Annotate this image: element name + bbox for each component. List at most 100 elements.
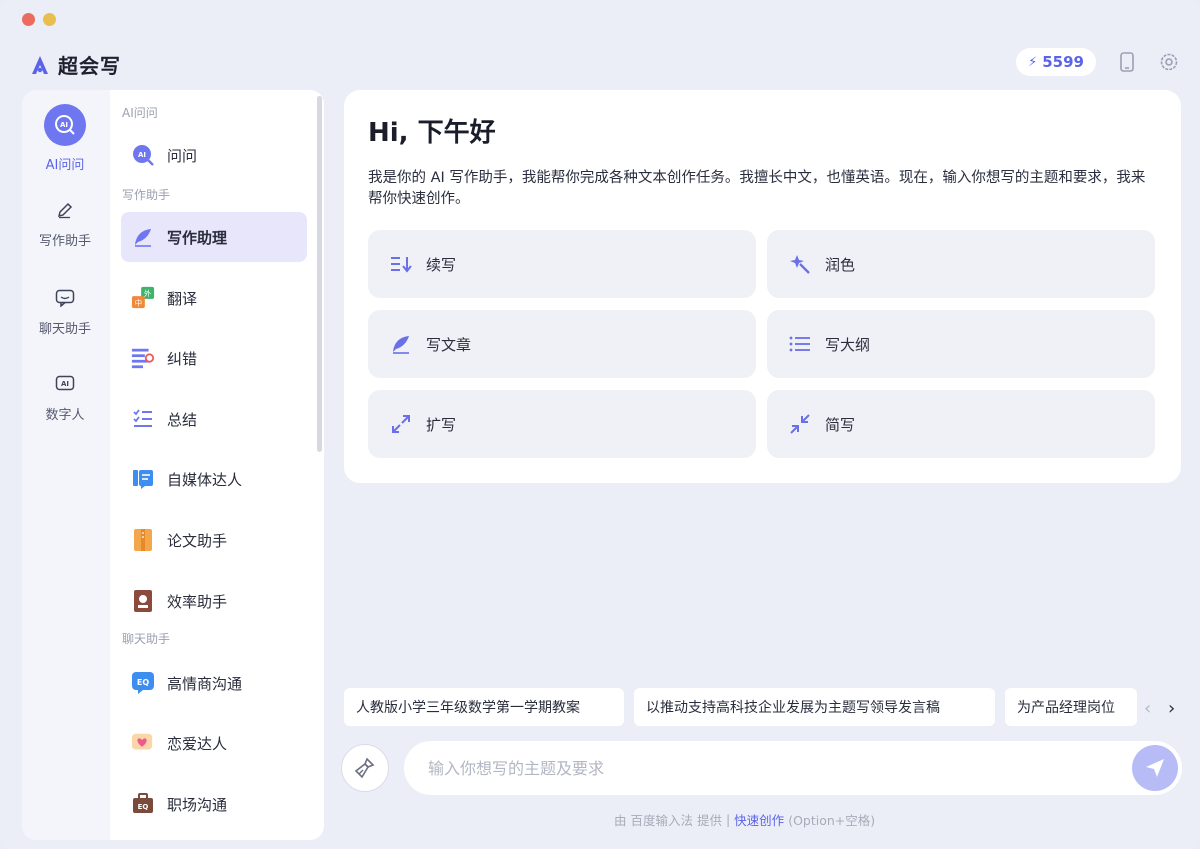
quill-icon	[131, 225, 155, 249]
welcome-card: Hi, 下午好 我是你的 AI 写作助手，我能帮你完成各种文本创作任务。我擅长中…	[344, 90, 1181, 483]
menu-item-label: 写作助理	[167, 228, 228, 247]
credits-badge[interactable]: ⚡ 5599	[1016, 48, 1096, 76]
quick-create-link[interactable]: 快速创作	[734, 810, 784, 829]
menu-item-love[interactable]: 恋爱达人	[121, 718, 307, 768]
suggestion-chip[interactable]: 为产品经理岗位	[1005, 688, 1137, 726]
action-condense[interactable]: 简写	[767, 390, 1155, 458]
briefcase-icon: EQ	[131, 792, 155, 816]
action-expand[interactable]: 扩写	[368, 390, 756, 458]
menu-item-ask[interactable]: AI 问问	[121, 130, 307, 180]
rail-label: AI问问	[45, 158, 85, 173]
lightning-icon: ⚡	[1028, 54, 1038, 70]
menu-item-label: 职场沟通	[167, 795, 228, 814]
svg-text:EQ: EQ	[138, 803, 149, 811]
menu-section-writing: 写作助手	[122, 188, 171, 202]
credits-value: 5599	[1042, 53, 1084, 71]
action-label: 扩写	[426, 415, 457, 434]
prompt-input[interactable]	[428, 758, 1132, 778]
category-rail: AI AI问问 写作助手 聊天助手 AI 数字人	[22, 90, 108, 840]
app-logo-icon	[32, 55, 48, 74]
app-name: 超会写	[58, 54, 121, 78]
phone-icon[interactable]	[1116, 51, 1138, 73]
svg-text:中: 中	[135, 298, 142, 307]
translate-icon: 外中	[131, 286, 155, 310]
svg-text:AI: AI	[138, 151, 146, 159]
suggestion-chip[interactable]: 人教版小学三年级数学第一学期教案	[344, 688, 624, 726]
menu-item-label: 恋爱达人	[167, 734, 228, 753]
thesis-icon	[131, 528, 155, 552]
svg-text:AI: AI	[61, 380, 69, 388]
outline-list-icon	[789, 333, 811, 355]
action-label: 简写	[825, 415, 856, 434]
settings-gear-icon[interactable]	[1158, 51, 1180, 73]
app-window: 超会写 ⚡ 5599 AI AI问问 写作助手 聊天助手 AI 数字人 AI问问…	[0, 0, 1200, 849]
menu-item-summary[interactable]: 总结	[121, 394, 307, 444]
action-continue-writing[interactable]: 续写	[368, 230, 756, 298]
digital-human-icon: AI	[53, 372, 77, 396]
prompt-input-box	[404, 741, 1182, 795]
menu-item-thesis[interactable]: 论文助手	[121, 515, 307, 565]
rail-item-digital-human[interactable]: AI 数字人	[22, 372, 108, 423]
brand: 超会写	[30, 50, 121, 79]
close-window-button[interactable]	[22, 13, 35, 26]
clear-brush-button[interactable]	[341, 744, 389, 792]
action-write-article[interactable]: 写文章	[368, 310, 756, 378]
expand-arrows-icon	[390, 413, 412, 435]
suggestions-prev-icon[interactable]: ‹	[1144, 698, 1151, 719]
greeting-title: Hi, 下午好	[368, 118, 496, 148]
menu-item-eq[interactable]: EQ 高情商沟通	[121, 658, 307, 708]
menu-item-label: 论文助手	[167, 531, 228, 550]
footer-separator: |	[725, 812, 731, 827]
menu-item-workplace[interactable]: EQ 职场沟通	[121, 779, 307, 829]
menu-item-label: 效率助手	[167, 592, 228, 611]
brush-icon	[354, 757, 375, 779]
menu-section-chat: 聊天助手	[122, 632, 171, 646]
svg-text:EQ: EQ	[137, 678, 149, 687]
menu-item-label: 翻译	[167, 289, 198, 308]
menu-item-efficiency[interactable]: 效率助手	[121, 576, 307, 626]
menu-item-proofread[interactable]: 纠错	[121, 333, 307, 383]
rail-item-writing[interactable]: 写作助手	[22, 198, 108, 249]
svg-text:AI: AI	[60, 121, 68, 129]
menu-item-label: 纠错	[167, 349, 198, 368]
footer-provider: 由 百度输入法 提供	[614, 813, 722, 828]
proofread-icon	[131, 346, 155, 370]
chat-icon	[53, 286, 77, 310]
rail-item-ai-ask[interactable]: AI AI问问	[22, 104, 108, 173]
feature-menu: AI问问 AI 问问 写作助手 写作助理 外中 翻译 纠错 总结 自媒体达人 论…	[110, 90, 324, 840]
action-label: 写文章	[426, 335, 472, 354]
action-label: 续写	[426, 255, 457, 274]
left-panel: AI AI问问 写作助手 聊天助手 AI 数字人 AI问问 AI 问问 写作助手…	[22, 90, 324, 840]
menu-section-ai: AI问问	[122, 106, 158, 120]
heart-chat-icon	[131, 731, 155, 755]
menu-scrollbar[interactable]	[317, 96, 322, 452]
suggestions-next-icon[interactable]: ›	[1168, 698, 1175, 719]
menu-item-label: 自媒体达人	[167, 470, 243, 489]
menu-item-self-media[interactable]: 自媒体达人	[121, 454, 307, 504]
menu-item-translate[interactable]: 外中 翻译	[121, 273, 307, 323]
svg-text:外: 外	[144, 289, 152, 298]
rail-label: 数字人	[45, 408, 85, 423]
compress-arrows-icon	[789, 413, 811, 435]
window-controls	[22, 13, 56, 26]
ai-ask-icon: AI	[44, 104, 86, 146]
rail-item-chat[interactable]: 聊天助手	[22, 286, 108, 337]
action-polish[interactable]: 润色	[767, 230, 1155, 298]
action-label: 写大纲	[825, 335, 871, 354]
minimize-window-button[interactable]	[43, 13, 56, 26]
menu-item-label: 总结	[167, 410, 198, 429]
action-label: 润色	[825, 255, 856, 274]
suggestion-chip[interactable]: 以推动支持高科技企业发展为主题写领导发言稿	[634, 688, 995, 726]
menu-item-writing-assistant[interactable]: 写作助理	[121, 212, 307, 262]
footer-note: 由 百度输入法 提供 | 快速创作 (Option+空格)	[614, 810, 875, 829]
rail-label: 写作助手	[38, 234, 91, 249]
ai-ask-icon: AI	[131, 143, 155, 167]
send-button[interactable]	[1132, 745, 1178, 791]
top-right-toolbar: ⚡ 5599	[1016, 48, 1180, 76]
magic-wand-icon	[789, 253, 811, 275]
footer-shortcut: (Option+空格)	[788, 813, 876, 828]
checklist-icon	[131, 407, 155, 431]
action-write-outline[interactable]: 写大纲	[767, 310, 1155, 378]
quill-icon	[390, 333, 412, 355]
send-plane-icon	[1146, 759, 1164, 777]
